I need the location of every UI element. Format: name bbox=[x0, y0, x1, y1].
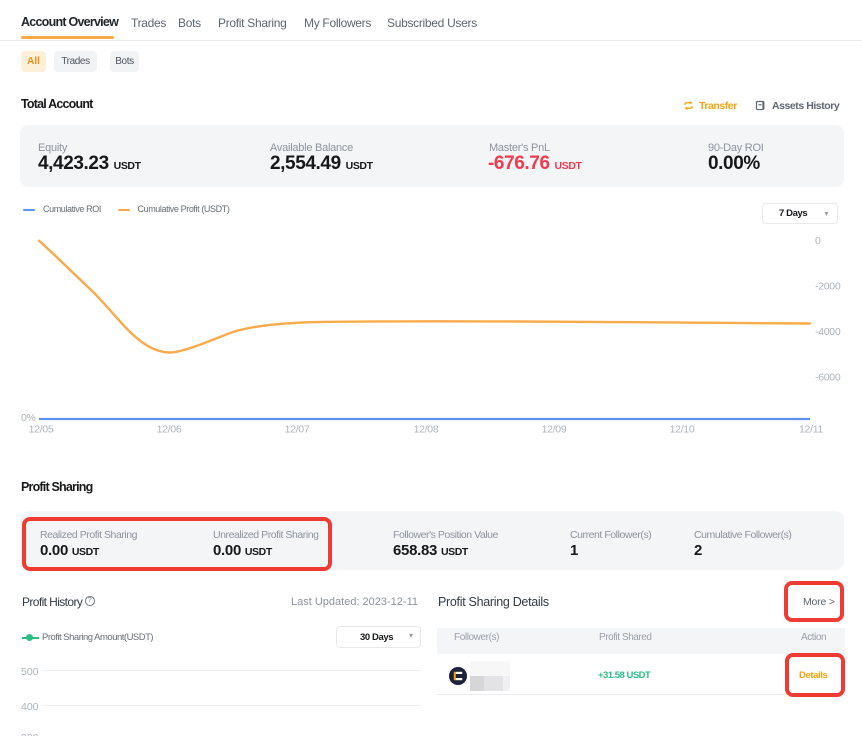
svg-text:12/05: 12/05 bbox=[29, 424, 54, 436]
svg-text:0%: 0% bbox=[21, 412, 36, 424]
svg-text:12/10: 12/10 bbox=[670, 424, 695, 436]
svg-text:12/08: 12/08 bbox=[414, 424, 439, 436]
svg-text:0: 0 bbox=[815, 235, 821, 247]
svg-text:12/07: 12/07 bbox=[285, 424, 310, 436]
svg-text:-6000: -6000 bbox=[815, 372, 841, 384]
svg-text:-4000: -4000 bbox=[815, 326, 841, 338]
svg-text:12/09: 12/09 bbox=[542, 424, 567, 436]
svg-text:12/11: 12/11 bbox=[799, 424, 823, 436]
svg-text:12/06: 12/06 bbox=[157, 424, 182, 436]
svg-text:-2000: -2000 bbox=[815, 281, 841, 293]
